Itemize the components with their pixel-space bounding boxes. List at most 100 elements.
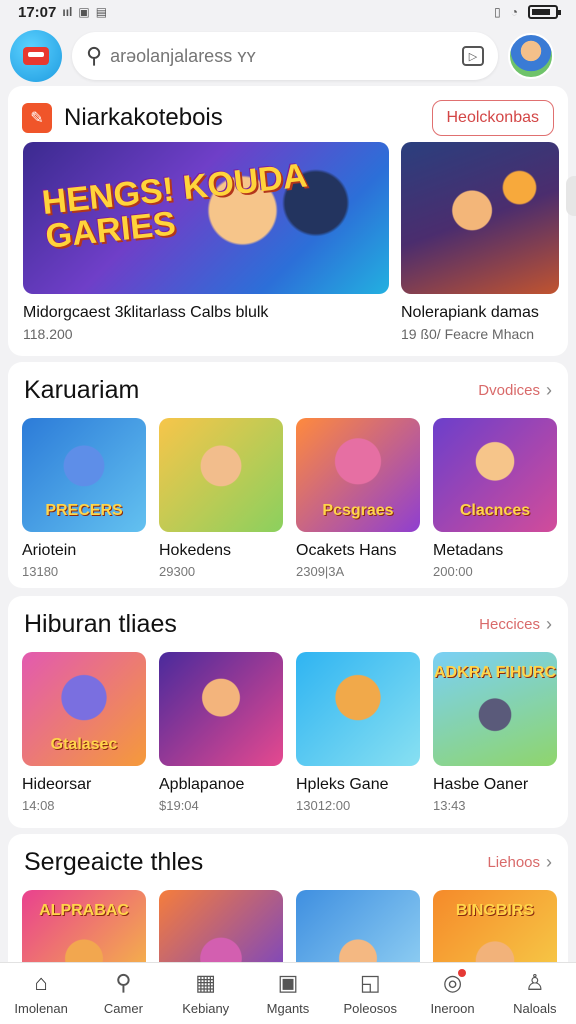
nav-label: Ineroon (430, 1001, 475, 1016)
thumbnail-art-text: Gtalasec (50, 736, 118, 753)
game-name: Apblapanoe (159, 776, 245, 793)
game-tile[interactable]: ADKRA FIHURC Hasbe Oaner 13:43 (433, 652, 557, 813)
game-thumbnail: Clacnces (433, 418, 557, 532)
game-thumbnail: PRECERS (22, 418, 146, 532)
notification-icon: ◎ (443, 969, 467, 995)
game-meta: $19:04 (159, 798, 199, 813)
game-thumbnail (159, 418, 283, 532)
game-tile[interactable]: Apblapanoe $19:04 (159, 652, 283, 813)
thumbnail-art-text: BINGBIRS (455, 902, 535, 919)
game-name: Hokedens (159, 542, 232, 559)
battery-icon (528, 5, 561, 19)
nav-profile[interactable]: ♙ Naloals (499, 970, 571, 1017)
game-meta: 29300 (159, 564, 196, 579)
chevron-right-icon: › (546, 613, 552, 634)
nav-games[interactable]: ▣ Mgants (252, 970, 324, 1017)
thumbnail-art-text: ALPRABAC (39, 902, 129, 919)
section-title: Karuariam (24, 375, 140, 404)
search-icon: ⚲ (86, 43, 103, 68)
nav-chat[interactable]: ◱ Poleosos (334, 970, 406, 1017)
nav-label: Poleosos (343, 1001, 397, 1016)
game-name: Hasbe Oaner (433, 776, 529, 793)
signal-icon: ııl (62, 5, 73, 19)
message-small-icon: ▤ (95, 5, 108, 19)
game-thumbnail (296, 652, 420, 766)
featured-item-name: Nolerapiank damas (401, 304, 539, 321)
game-name: Metadans (433, 542, 504, 559)
game-tile[interactable]: PRECERS Ariotein 13180 (22, 418, 146, 579)
game-thumbnail (159, 652, 283, 766)
game-meta: 13012:00 (296, 798, 351, 813)
see-more-label: Dvodices (478, 381, 540, 399)
section-hiburan: Hiburan tliaes Heccices › Gtalasec Hideo… (8, 596, 568, 828)
nav-label: Camer (103, 1001, 143, 1016)
nav-home[interactable]: ⌂ Imolenan (5, 971, 77, 1017)
thumbnail-art-text: Pcsgraes (322, 502, 394, 519)
see-more-label: Heccices (479, 615, 540, 633)
search-icon: ⚲ (115, 970, 132, 995)
featured-title: Niarkakotebois (64, 104, 223, 131)
game-tile[interactable]: Clacnces Metadans 200:00 (433, 418, 557, 579)
thumbnail-art-text: Clacnces (459, 502, 531, 519)
see-more-link[interactable]: Heccices › (479, 614, 552, 635)
see-more-label: Liehoos (487, 853, 540, 871)
nav-library[interactable]: ▦ Kebiany (170, 970, 242, 1017)
search-input[interactable] (110, 45, 462, 67)
chevron-right-icon: › (546, 851, 552, 872)
featured-brand-icon: ✎ (22, 103, 52, 133)
nav-search[interactable]: ⚲ Camer (87, 970, 159, 1017)
section-title: Sergeaicte thles (24, 847, 204, 876)
featured-item-meta: 19 ß0/ Feacre Mhacn (401, 326, 535, 342)
featured-item-name: Midorgcaest 3ƙlitarlass Calbs blulk (23, 304, 269, 321)
featured-section: ✎ Niarkakotebois Heolckonbas HENGS! KOUD… (8, 86, 568, 356)
chevron-right-icon: › (546, 379, 552, 400)
status-time: 17:07 (18, 3, 57, 21)
featured-item-meta: 118.200 (23, 326, 73, 342)
game-meta: 13:43 (433, 798, 466, 813)
game-meta: 13180 (22, 564, 59, 579)
game-tile[interactable]: Hpleks Gane 13012:00 (296, 652, 420, 813)
search-bar[interactable]: ⚲ ▷ (72, 32, 498, 80)
featured-action-button[interactable]: Heolckonbas (431, 100, 554, 136)
nav-label: Imolenan (14, 1001, 68, 1016)
app-logo[interactable] (10, 30, 62, 82)
featured-banner-image: HENGS! KOUDA GARIES (23, 142, 389, 294)
notification-small-icon: ▣ (78, 5, 90, 19)
section-karuariam: Karuariam Dvodices › PRECERS Ariotein 13… (8, 362, 568, 588)
sim-icon: ▯ (494, 5, 501, 19)
banner-art-text: HENGS! KOUDA GARIES (40, 156, 308, 256)
see-more-link[interactable]: Dvodices › (478, 380, 552, 401)
scan-icon[interactable]: ▷ (462, 46, 484, 66)
status-bar: 17:07 ııl ▣ ▤ ▯ ◔ (0, 0, 576, 24)
game-thumbnail: Gtalasec (22, 652, 146, 766)
game-name: Hideorsar (22, 776, 92, 793)
see-more-link[interactable]: Liehoos › (487, 852, 552, 873)
thumbnail-art-text: PRECERS (45, 502, 123, 519)
top-header: ⚲ ▷ (0, 28, 576, 84)
featured-item[interactable]: Nolerapiank damas 19 ß0/ Feacre Mhacn (401, 142, 559, 342)
nav-notifications[interactable]: ◎ Ineroon (417, 969, 489, 1016)
wifi-icon: ◔ (510, 5, 518, 19)
nav-label: Kebiany (182, 1001, 230, 1016)
notification-badge (458, 969, 467, 977)
library-icon: ▦ (195, 970, 217, 995)
game-thumbnail: ADKRA FIHURC (433, 652, 557, 766)
game-name: Hpleks Gane (296, 776, 389, 793)
profile-icon: ♙ (524, 970, 545, 995)
chat-icon: ◱ (359, 970, 381, 995)
avatar[interactable] (508, 33, 554, 79)
carousel-edge (566, 176, 576, 216)
game-tile[interactable]: Gtalasec Hideorsar 14:08 (22, 652, 146, 813)
nav-label: Mgants (266, 1001, 310, 1016)
bottom-navigation: ⌂ Imolenan ⚲ Camer ▦ Kebiany ▣ Mgants ◱ … (0, 962, 576, 1024)
games-icon: ▣ (277, 970, 299, 995)
section-title: Hiburan tliaes (24, 609, 177, 638)
featured-item[interactable]: HENGS! KOUDA GARIES Midorgcaest 3ƙlitarl… (23, 142, 389, 342)
game-meta: 14:08 (22, 798, 55, 813)
featured-banner-image (401, 142, 559, 294)
nav-label: Naloals (513, 1001, 557, 1016)
game-tile[interactable]: Hokedens 29300 (159, 418, 283, 579)
game-thumbnail: Pcsgraes (296, 418, 420, 532)
game-tile[interactable]: Pcsgraes Ocakets Hans 2309|3A (296, 418, 420, 579)
game-name: Ariotein (22, 542, 77, 559)
